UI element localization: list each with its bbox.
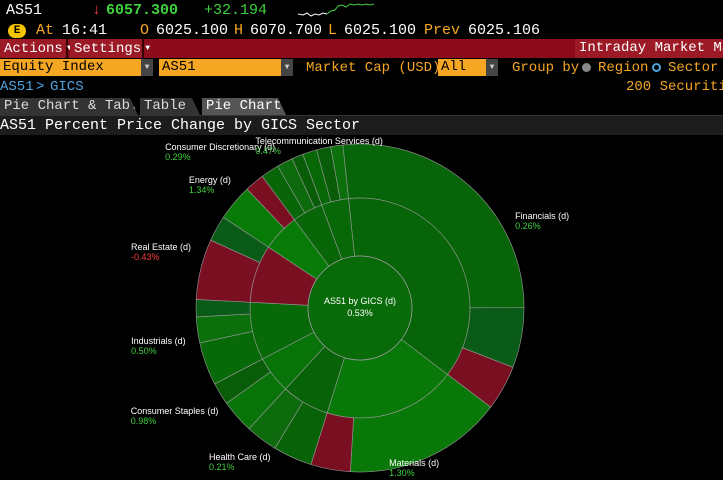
actions-label: Actions xyxy=(4,41,63,58)
open-value: 6025.100 xyxy=(156,22,229,39)
metric-label: Market Cap (USD) xyxy=(306,60,441,76)
breadcrumb: AS51 > GICS 200 Securities xyxy=(0,78,723,96)
slice-value: 1.30% xyxy=(389,468,415,478)
tab-pie-chart-table[interactable]: Pie Chart & Table xyxy=(0,98,138,115)
slice-value: 0.98% xyxy=(130,416,157,427)
settings-menu-button[interactable]: Settings ▼ xyxy=(70,39,150,58)
intraday-sparkline xyxy=(298,3,374,17)
slice-value: 1.34% xyxy=(188,185,215,196)
quote-time: 16:41 xyxy=(62,22,108,39)
slice-name: Real Estate (d) xyxy=(131,242,192,253)
slice-name: Industrials (d) xyxy=(131,335,186,346)
pie-slice-label: Financials (d) 0.26% xyxy=(515,211,569,231)
metric-dropdown-icon[interactable]: ▼ xyxy=(486,59,498,76)
metric-field[interactable]: All xyxy=(438,59,486,76)
index-dropdown-icon[interactable]: ▼ xyxy=(281,59,293,76)
last-price: 6057.300 xyxy=(106,2,179,19)
pie-slice-label: Materials (d) 1.30% xyxy=(389,458,439,478)
pie-slice-label: Real Estate (d) -0.43% xyxy=(131,242,191,262)
slice-name: Energy (d) xyxy=(188,175,231,186)
caret-down-icon: ▼ xyxy=(145,44,151,53)
at-label: At xyxy=(36,22,55,39)
radio-region-label[interactable]: Region xyxy=(598,58,648,78)
breadcrumb-separator: > xyxy=(36,79,45,95)
slice-name: Financials (d) xyxy=(515,210,570,221)
quote-header: AS51 ↓ 6057.300 +32.194 xyxy=(0,0,723,22)
breadcrumb-leaf[interactable]: GICS xyxy=(50,78,84,96)
pie-slice-label: Telecommunication Services (d) 0.47% xyxy=(255,136,383,156)
radio-sector-label[interactable]: Sector xyxy=(668,58,718,78)
slice-name: Health Care (d) xyxy=(209,452,271,463)
pie-slice-label: Health Care (d) 0.21% xyxy=(209,452,271,472)
radio-sector[interactable] xyxy=(652,63,661,72)
slice-name: Materials (d) xyxy=(389,458,440,468)
chart-title: AS51 Percent Price Change by GICS Sector xyxy=(0,117,361,134)
prev-label: Prev xyxy=(424,22,461,39)
actions-menu-button[interactable]: Actions▼ xyxy=(0,39,72,58)
price-change: +32.194 xyxy=(204,2,268,19)
open-label: O xyxy=(140,22,150,39)
settings-label: Settings xyxy=(74,41,142,58)
index-field[interactable]: AS51 xyxy=(159,59,281,76)
slice-value: 0.47% xyxy=(255,146,281,156)
slice-name: Telecommunication Services (d) xyxy=(255,136,383,146)
radio-region[interactable] xyxy=(582,63,591,72)
high-value: 6070.700 xyxy=(250,22,323,39)
tab-pie-chart[interactable]: Pie Chart xyxy=(202,98,286,115)
view-tabs: Pie Chart & Table Table Pie Chart xyxy=(0,96,723,115)
pie-labels: Financials (d) 0.26% Materials (d) 1.30% Hea… xyxy=(0,136,723,480)
prev-value: 6025.106 xyxy=(468,22,541,39)
slice-value: -0.43% xyxy=(131,252,160,263)
down-arrow-icon: ↓ xyxy=(92,2,102,19)
high-label: H xyxy=(234,22,244,39)
slice-value: 0.26% xyxy=(515,220,541,231)
filter-bar: Equity Index ▼ AS51 ▼ Market Cap (USD) A… xyxy=(0,58,723,78)
menu-bar: Actions▼ Settings▼ Intraday Market Map xyxy=(0,39,723,58)
chart-title-bar: AS51 Percent Price Change by GICS Sector xyxy=(0,115,723,135)
breadcrumb-root[interactable]: AS51 xyxy=(0,78,34,96)
universe-dropdown-icon[interactable]: ▼ xyxy=(141,59,153,76)
function-title: Intraday Market Map xyxy=(575,39,723,58)
pie-slice-label: Consumer Staples (d) 0.98% xyxy=(131,406,219,426)
universe-field[interactable]: Equity Index xyxy=(0,59,141,76)
low-label: L xyxy=(328,22,338,39)
pie-slice-label: Industrials (d) 0.50% xyxy=(131,336,186,356)
tab-table[interactable]: Table xyxy=(140,98,200,115)
slice-value: 0.21% xyxy=(209,462,235,473)
slice-name: Consumer Staples (d) xyxy=(130,406,219,417)
quote-ohlc-row: E At 16:41 O 6025.100 H 6070.700 L 6025.… xyxy=(0,22,723,40)
exchange-badge-icon[interactable]: E xyxy=(8,24,26,38)
securities-count: 200 Securities xyxy=(626,79,723,95)
group-by-label: Group by xyxy=(512,60,580,76)
ticker: AS51 xyxy=(6,2,43,19)
slice-value: 0.50% xyxy=(131,345,157,356)
low-value: 6025.100 xyxy=(344,22,417,39)
pie-slice-label: Energy (d) 1.34% xyxy=(189,175,231,195)
